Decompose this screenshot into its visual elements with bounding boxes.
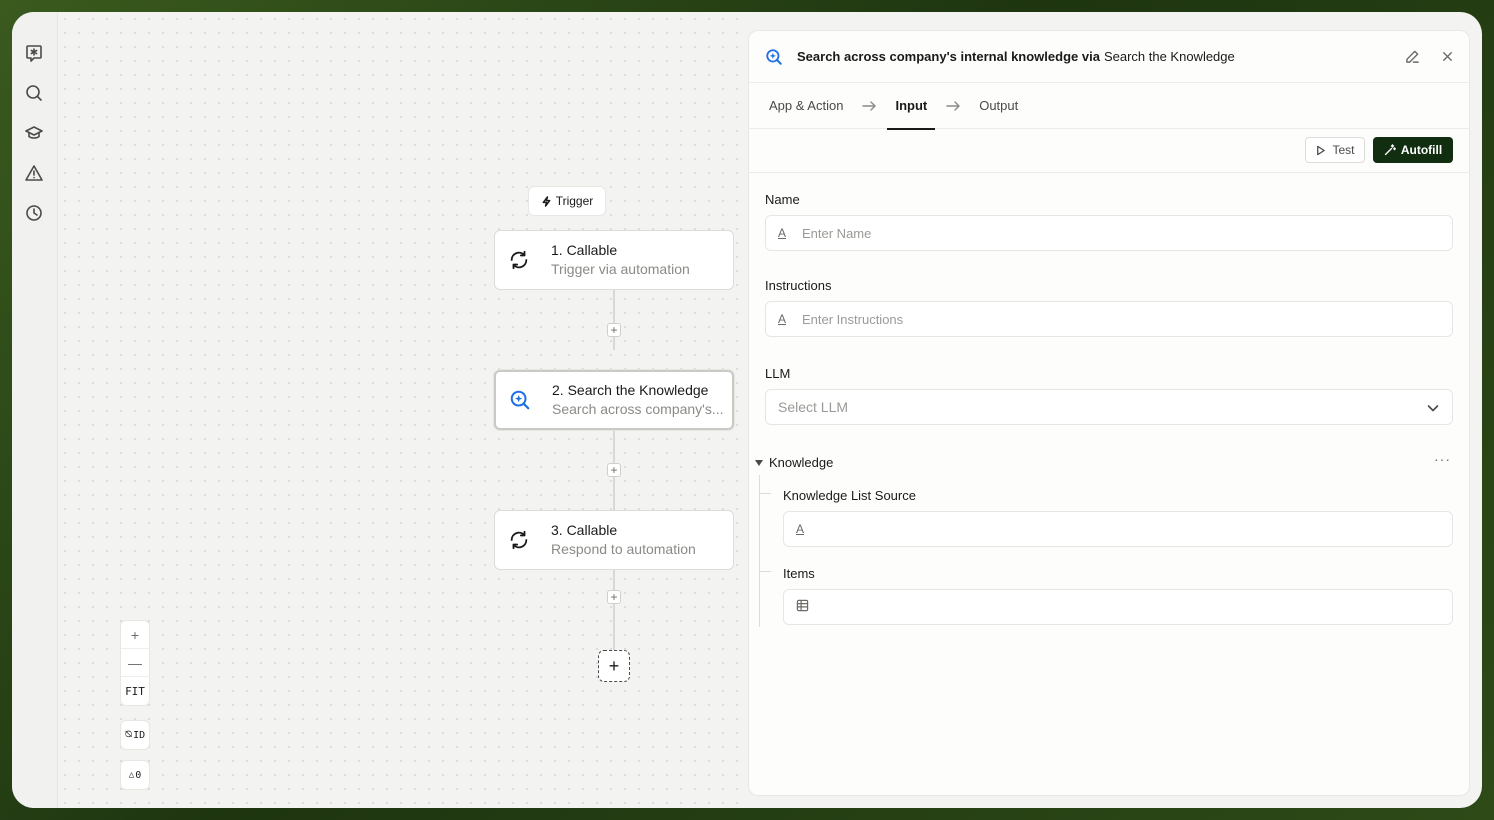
node-title: 3. Callable (551, 522, 618, 538)
workflow-node-3[interactable]: 3. Callable Respond to automation (494, 510, 734, 570)
close-icon[interactable] (1440, 49, 1455, 64)
add-step-button[interactable]: + (607, 463, 621, 477)
id-toggle-button[interactable]: ⦰ ID (120, 720, 150, 750)
zoom-in-button[interactable]: + (121, 621, 149, 649)
knowledge-section-label: Knowledge (769, 455, 834, 470)
node-subtitle: Respond to automation (551, 541, 696, 557)
left-rail (12, 12, 58, 808)
history-icon[interactable] (23, 202, 45, 224)
panel-title: Search across company's internal knowled… (797, 49, 1100, 64)
warning-icon: △ (128, 770, 135, 780)
step-config-panel: Search across company's internal knowled… (748, 30, 1470, 796)
panel-app-name: Search the Knowledge (1103, 49, 1235, 64)
panel-header: Search across company's internal knowled… (749, 31, 1469, 83)
sync-icon (507, 528, 531, 552)
name-label: Name (765, 192, 800, 207)
edit-icon[interactable] (1405, 49, 1420, 64)
instructions-input[interactable]: A Enter Instructions (765, 301, 1453, 337)
knowledge-section-toggle[interactable]: Knowledge (755, 455, 833, 470)
node-subtitle: Search across company's... (552, 401, 724, 417)
zoom-out-button[interactable]: — (121, 649, 149, 677)
play-icon (1317, 145, 1326, 155)
panel-tabs: App & Action Input Output (749, 83, 1469, 130)
node-title: 2. Search the Knowledge (552, 382, 709, 398)
tree-line (759, 475, 760, 627)
text-type-icon: A (778, 226, 787, 240)
tab-app-action[interactable]: App & Action (769, 83, 851, 129)
fit-button[interactable]: FIT (121, 677, 149, 705)
arrow-right-icon (935, 98, 971, 114)
search-icon[interactable] (23, 82, 45, 104)
workflow-node-2[interactable]: 2. Search the Knowledge Search across co… (494, 370, 734, 430)
autofill-button[interactable]: Autofill (1373, 137, 1453, 163)
tree-tick (759, 571, 771, 572)
llm-label: LLM (765, 366, 791, 381)
tab-output[interactable]: Output (971, 83, 1026, 129)
caret-down-icon (755, 459, 763, 466)
zoom-controls: + — FIT (120, 620, 150, 706)
trigger-button[interactable]: Trigger (528, 186, 606, 216)
name-input[interactable]: A Enter Name (765, 215, 1453, 251)
warnings-button[interactable]: △ 0 (120, 760, 150, 790)
add-step-button[interactable]: + (607, 590, 621, 604)
tree-tick (759, 493, 771, 494)
items-label: Items (783, 566, 815, 581)
knowledge-search-icon (508, 388, 532, 412)
table-icon (796, 599, 810, 615)
node-subtitle: Trigger via automation (551, 261, 690, 277)
node-title: 1. Callable (551, 242, 618, 258)
llm-select[interactable]: Select LLM (765, 389, 1453, 425)
graduation-cap-icon[interactable] (23, 122, 45, 144)
app-window: Trigger 1. Callable Trigger via automati… (12, 12, 1482, 808)
knowledge-search-icon (766, 48, 782, 65)
connector-line (613, 290, 615, 350)
chevron-down-icon (1426, 401, 1440, 418)
items-input[interactable] (783, 589, 1453, 625)
knowledge-list-source-input[interactable]: A (783, 511, 1453, 547)
connector-line (613, 570, 615, 650)
trigger-label: Trigger (555, 194, 594, 208)
llm-placeholder: Select LLM (778, 399, 849, 415)
more-options-icon[interactable]: ··· (1434, 451, 1451, 467)
workflow-canvas[interactable]: Trigger 1. Callable Trigger via automati… (58, 12, 748, 808)
text-type-icon: A (778, 312, 787, 326)
name-placeholder: Enter Name (802, 225, 872, 241)
instructions-label: Instructions (765, 278, 832, 293)
text-type-icon: A (796, 522, 805, 536)
add-step-button[interactable]: + (607, 323, 621, 337)
eye-off-icon: ⦰ (124, 730, 133, 740)
add-final-step-button[interactable]: + (598, 650, 630, 682)
lightning-icon (542, 195, 551, 207)
workflow-node-1[interactable]: 1. Callable Trigger via automation (494, 230, 734, 290)
chat-star-icon[interactable] (23, 42, 45, 64)
instructions-placeholder: Enter Instructions (802, 311, 904, 327)
test-label: Test (1332, 143, 1355, 157)
knowledge-list-source-label: Knowledge List Source (783, 488, 916, 503)
tab-input[interactable]: Input (887, 83, 935, 130)
arrow-right-icon (851, 98, 887, 114)
sync-icon (507, 248, 531, 272)
panel-toolbar: Test Autofill (749, 129, 1469, 173)
magic-wand-icon (1384, 144, 1396, 156)
warning-icon[interactable] (23, 162, 45, 184)
id-toggle-label: ID (133, 729, 146, 741)
test-button[interactable]: Test (1305, 137, 1365, 163)
warnings-count: 0 (135, 769, 142, 781)
autofill-label: Autofill (1400, 143, 1443, 157)
